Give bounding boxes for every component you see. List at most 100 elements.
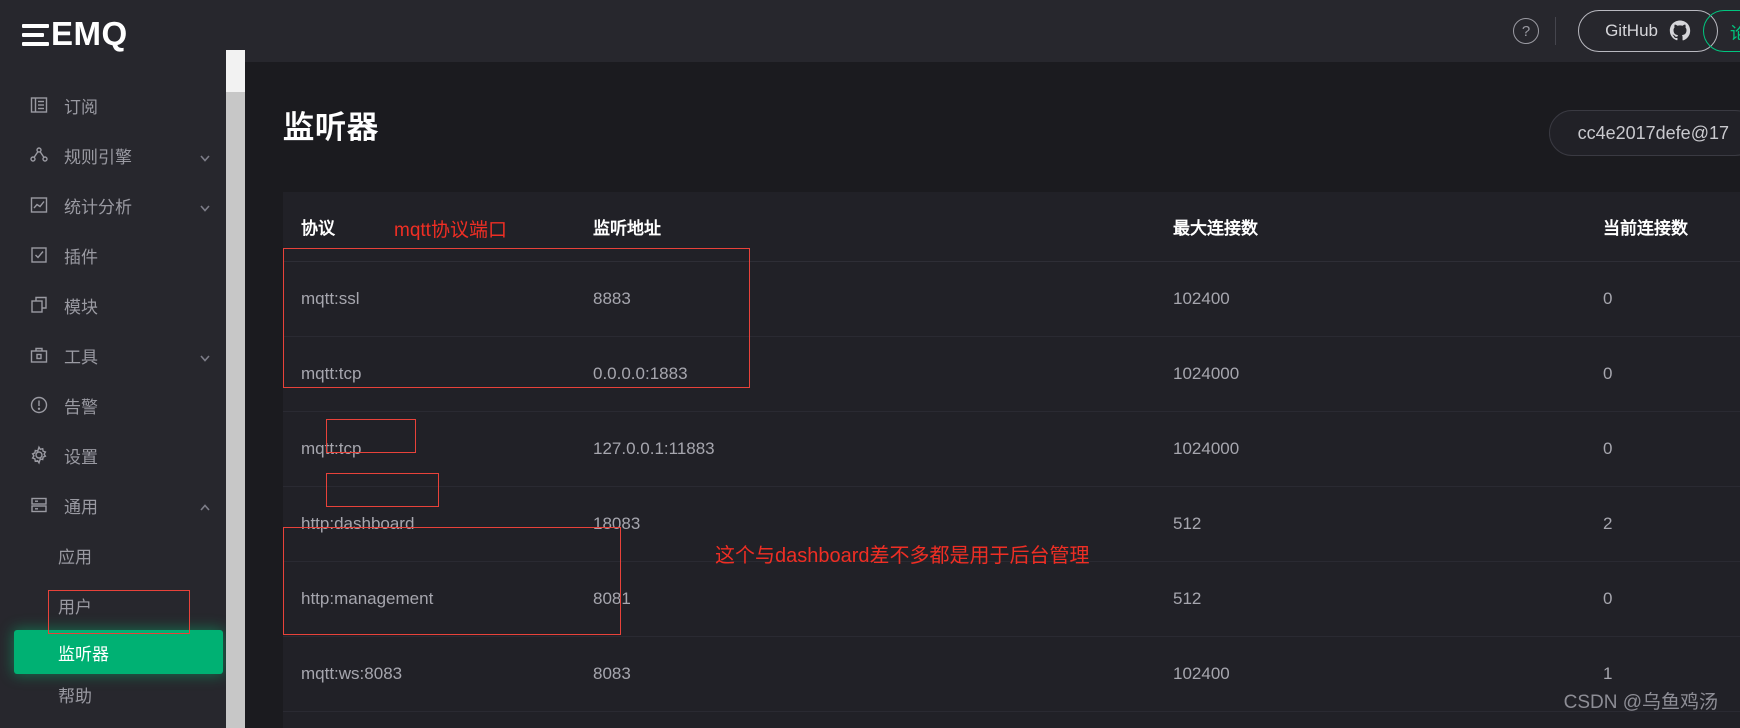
- cell-max-connections: 102400: [1173, 636, 1603, 712]
- cell-max-connections: 1024000: [1173, 336, 1603, 412]
- cell-address: 0.0.0.0:1883: [593, 336, 1173, 412]
- sidebar-item-alarms[interactable]: 告警: [0, 380, 245, 430]
- column-header-address[interactable]: 监听地址: [593, 192, 1173, 262]
- top-header: ? GitHub 论: [245, 0, 1740, 62]
- gear-icon: [28, 444, 50, 466]
- alert-icon: [28, 394, 50, 416]
- table-row[interactable]: mqtt:wss:8084 8084 102400 0: [283, 711, 1740, 728]
- help-icon[interactable]: ?: [1513, 18, 1540, 44]
- page-title: 监听器: [283, 110, 379, 145]
- main-content: 监听器 cc4e2017defe@17 协议 监听地址 最大连接数 当前连接数 …: [245, 62, 1740, 728]
- cell-protocol: mqtt:wss:8084: [283, 711, 593, 728]
- sidebar-item-label: 插件: [64, 247, 98, 267]
- cell-protocol: http:dashboard: [283, 486, 593, 562]
- chevron-down-icon[interactable]: [199, 349, 211, 362]
- chart-icon: [28, 194, 50, 216]
- table-row[interactable]: mqtt:tcp 127.0.0.1:11883 1024000 0: [283, 411, 1740, 487]
- table-row[interactable]: http:management 8081 512 0: [283, 561, 1740, 637]
- cell-protocol: mqtt:ssl: [283, 261, 593, 337]
- column-header-protocol[interactable]: 协议: [283, 192, 593, 262]
- sidebar-subitem-applications[interactable]: 应用: [0, 530, 245, 580]
- app-root: EMQ 一览 订阅: [0, 0, 1740, 728]
- cell-max-connections: 102400: [1173, 711, 1603, 728]
- column-header-max-connections[interactable]: 最大连接数: [1173, 192, 1603, 262]
- table-header-row: 协议 监听地址 最大连接数 当前连接数: [283, 192, 1740, 262]
- chevron-down-icon[interactable]: [199, 149, 211, 162]
- watermark: CSDN @乌鱼鸡汤: [1563, 692, 1718, 713]
- sidebar-item-label: 模块: [64, 297, 98, 317]
- column-header-current-connections[interactable]: 当前连接数: [1603, 192, 1740, 262]
- rule-engine-icon: [28, 144, 50, 166]
- github-button[interactable]: GitHub: [1578, 10, 1718, 52]
- sidebar-item-tools[interactable]: 工具: [0, 330, 245, 380]
- chevron-up-icon[interactable]: [199, 499, 211, 511]
- cell-protocol: mqtt:ws:8083: [283, 636, 593, 712]
- sidebar-subitem-users[interactable]: 用户: [0, 580, 245, 630]
- sidebar-item-label: 设置: [64, 447, 98, 467]
- cell-protocol: mqtt:tcp: [283, 411, 593, 487]
- header-divider: [1555, 17, 1557, 45]
- cell-current-connections: 0: [1603, 411, 1740, 487]
- sidebar-subitem-label: 用户: [58, 597, 92, 617]
- sidebar-scrollbar-thumb[interactable]: [226, 50, 245, 92]
- list-icon: [28, 94, 50, 116]
- cell-address: 8081: [593, 561, 1173, 637]
- sidebar-subitem-label: 帮助: [58, 686, 92, 706]
- sidebar-item-overview-clipped[interactable]: 一览: [0, 68, 245, 80]
- cell-address: 18083: [593, 486, 1173, 562]
- cell-address: 8084: [593, 711, 1173, 728]
- sidebar: EMQ 一览 订阅: [0, 0, 245, 728]
- module-icon: [28, 294, 50, 316]
- sidebar-item-label: 订阅: [64, 97, 98, 117]
- table-head: 协议 监听地址 最大连接数 当前连接数: [283, 192, 1740, 262]
- sidebar-scrollbar-track[interactable]: [226, 50, 245, 728]
- sidebar-item-general[interactable]: 通用: [0, 480, 245, 530]
- sidebar-item-label: 统计分析: [64, 197, 132, 217]
- brand-logo[interactable]: EMQ: [0, 0, 245, 68]
- cell-current-connections: 0: [1603, 561, 1740, 637]
- table-row[interactable]: mqtt:tcp 0.0.0.0:1883 1024000 0: [283, 336, 1740, 412]
- table-body: mqtt:ssl 8883 102400 0 mqtt:tcp 0.0.0.0:…: [283, 261, 1740, 728]
- hamburger-logo-icon: [22, 23, 49, 46]
- sidebar-item-analytics[interactable]: 统计分析: [0, 180, 245, 230]
- github-icon: [1669, 20, 1691, 42]
- toolbox-icon: [28, 344, 50, 366]
- sidebar-item-modules[interactable]: 模块: [0, 280, 245, 330]
- table-row[interactable]: http:dashboard 18083 512 2: [283, 486, 1740, 562]
- cell-max-connections: 1024000: [1173, 411, 1603, 487]
- user-chip-label: cc4e2017defe@17: [1577, 122, 1729, 143]
- sidebar-subitem-help-clipped[interactable]: 帮助: [0, 674, 245, 714]
- cell-address: 8083: [593, 636, 1173, 712]
- sidebar-item-label: 告警: [64, 397, 98, 417]
- cell-max-connections: 512: [1173, 561, 1603, 637]
- cell-current-connections: 0: [1603, 261, 1740, 337]
- sidebar-subitem-label: 应用: [58, 547, 92, 567]
- chevron-down-icon[interactable]: [199, 199, 211, 212]
- cell-current-connections: 0: [1603, 336, 1740, 412]
- sidebar-item-label: 规则引擎: [64, 147, 132, 167]
- sidebar-subitem-listeners[interactable]: 监听器: [14, 630, 223, 674]
- forum-label: 论: [1730, 23, 1740, 43]
- sidebar-subitem-label: 监听器: [58, 644, 109, 664]
- table-row[interactable]: mqtt:ws:8083 8083 102400 1: [283, 636, 1740, 712]
- brand-name: EMQ: [51, 15, 128, 52]
- sidebar-nav: 一览 订阅 规则引擎: [0, 68, 245, 728]
- sidebar-item-subscription[interactable]: 订阅: [0, 80, 245, 130]
- checkbox-icon: [28, 244, 50, 266]
- sidebar-item-plugins[interactable]: 插件: [0, 230, 245, 280]
- forum-button[interactable]: 论: [1703, 10, 1740, 52]
- cell-max-connections: 102400: [1173, 261, 1603, 337]
- cell-max-connections: 512: [1173, 486, 1603, 562]
- table-row[interactable]: mqtt:ssl 8883 102400 0: [283, 261, 1740, 337]
- cell-current-connections: 2: [1603, 486, 1740, 562]
- general-icon: [28, 494, 50, 516]
- cell-protocol: mqtt:tcp: [283, 336, 593, 412]
- user-chip[interactable]: cc4e2017defe@17: [1548, 110, 1740, 156]
- sidebar-item-rule-engine[interactable]: 规则引擎: [0, 130, 245, 180]
- sidebar-item-settings[interactable]: 设置: [0, 430, 245, 480]
- sidebar-item-label: 通用: [64, 497, 98, 517]
- cell-address: 8883: [593, 261, 1173, 337]
- sidebar-item-label: 工具: [64, 347, 98, 367]
- listeners-table: 协议 监听地址 最大连接数 当前连接数 mqtt:ssl 8883 102400…: [283, 192, 1740, 728]
- cell-address: 127.0.0.1:11883: [593, 411, 1173, 487]
